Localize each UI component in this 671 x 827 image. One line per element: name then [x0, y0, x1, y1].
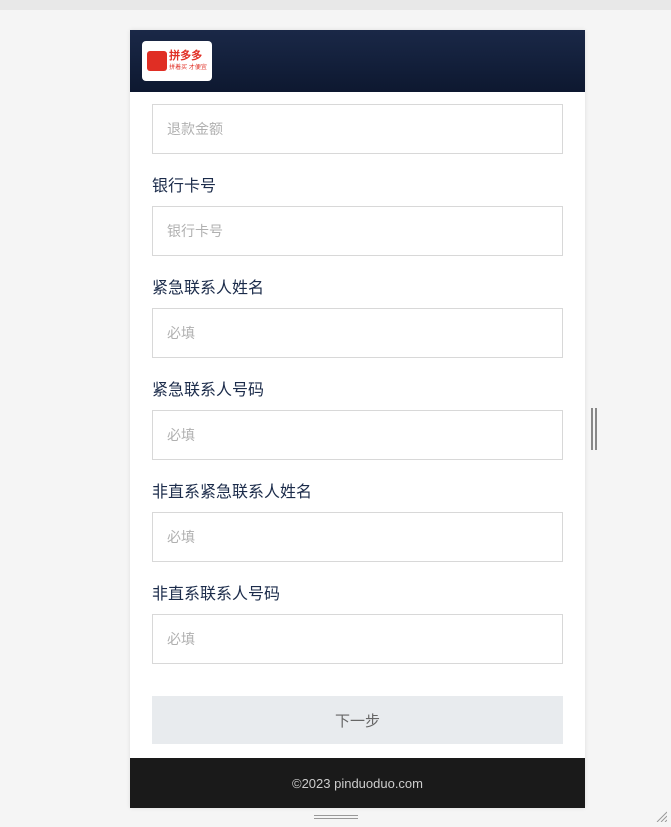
outer-top-bar — [0, 0, 671, 10]
logo-brand-text: 拼多多 — [169, 51, 207, 62]
form-content: 银行卡号 紧急联系人姓名 紧急联系人号码 非直系紧急联系人姓名 非直系联系人号码… — [130, 92, 585, 758]
bank-card-label: 银行卡号 — [152, 172, 563, 196]
form-group-nondirect-phone: 非直系联系人号码 — [152, 580, 563, 664]
logo-icon — [147, 51, 167, 71]
emergency-name-label: 紧急联系人姓名 — [152, 274, 563, 298]
resize-handle-icon[interactable] — [655, 809, 667, 821]
app-footer: ©2023 pinduoduo.com — [130, 758, 585, 808]
nondirect-name-label: 非直系紧急联系人姓名 — [152, 478, 563, 502]
nondirect-name-input[interactable] — [152, 512, 563, 562]
nondirect-phone-label: 非直系联系人号码 — [152, 580, 563, 604]
scrollbar-indicator[interactable] — [591, 408, 597, 450]
next-step-button[interactable]: 下一步 — [152, 696, 563, 744]
logo-tagline: 拼着买 才便宜 — [169, 62, 207, 71]
nondirect-phone-input[interactable] — [152, 614, 563, 664]
form-group-refund-amount — [152, 92, 563, 154]
emergency-name-input[interactable] — [152, 308, 563, 358]
copyright-text: ©2023 pinduoduo.com — [292, 776, 423, 791]
app-container: 拼多多 拼着买 才便宜 银行卡号 紧急联系人姓名 紧急联系人号码 非直系紧急联系… — [130, 30, 585, 808]
refund-amount-input[interactable] — [152, 104, 563, 154]
drag-handle-icon[interactable] — [314, 815, 358, 819]
bank-card-input[interactable] — [152, 206, 563, 256]
form-group-nondirect-name: 非直系紧急联系人姓名 — [152, 478, 563, 562]
emergency-phone-input[interactable] — [152, 410, 563, 460]
emergency-phone-label: 紧急联系人号码 — [152, 376, 563, 400]
form-group-emergency-phone: 紧急联系人号码 — [152, 376, 563, 460]
app-header: 拼多多 拼着买 才便宜 — [130, 30, 585, 92]
form-group-emergency-name: 紧急联系人姓名 — [152, 274, 563, 358]
brand-logo: 拼多多 拼着买 才便宜 — [142, 41, 212, 81]
form-group-bank-card: 银行卡号 — [152, 172, 563, 256]
